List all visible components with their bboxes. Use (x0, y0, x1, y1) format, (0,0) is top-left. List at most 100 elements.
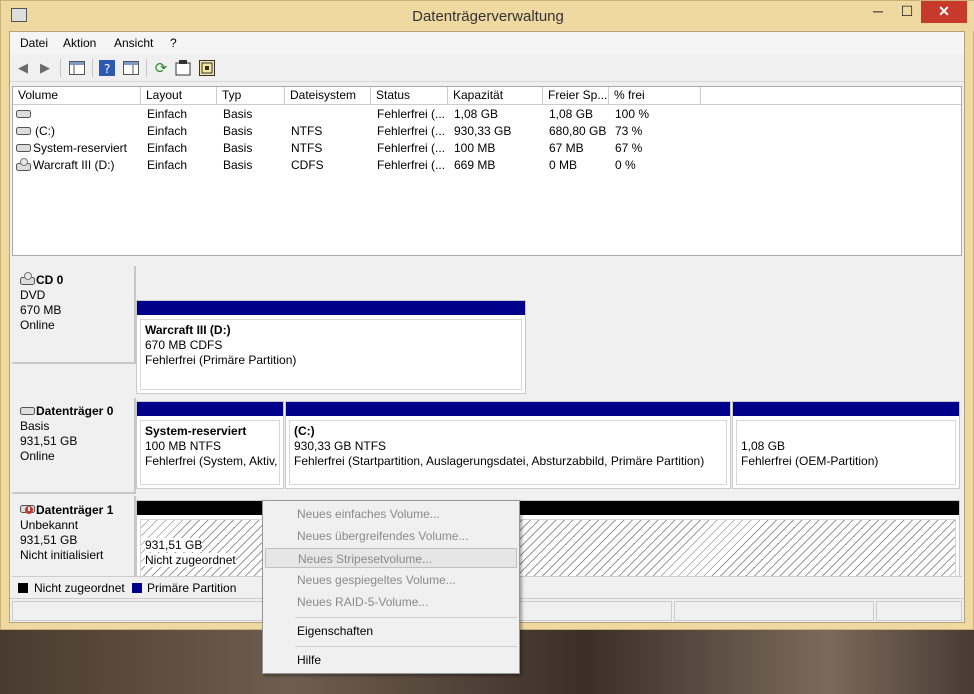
cell-layout: Einfach (147, 107, 188, 121)
column-header-dateisystem[interactable]: Dateisystem (285, 87, 371, 105)
table-row[interactable]: Warcraft III (D:) Einfach Basis CDFS Feh… (13, 157, 961, 174)
console-tree-icon[interactable] (68, 59, 86, 77)
cell-prozent-frei: 67 % (615, 141, 643, 155)
volume-list[interactable]: Volume Layout Typ Dateisystem Status Kap… (12, 86, 962, 256)
column-header-typ[interactable]: Typ (217, 87, 285, 105)
column-header-prozent-frei[interactable]: % frei (609, 87, 701, 105)
back-arrow-icon[interactable]: ◀ (14, 59, 32, 77)
toolbar-separator (146, 59, 147, 77)
cell-status: Fehlerfrei (... (377, 141, 446, 155)
menu-ansicht[interactable]: Ansicht (114, 36, 153, 50)
menu-separator (295, 646, 517, 647)
menu-item-new-spanned-volume[interactable]: Neues übergreifendes Volume... (265, 526, 517, 546)
partition-size: 670 MB CDFS (145, 338, 223, 352)
disk-label-datentraeger-0[interactable]: Datenträger 0 Basis 931,51 GB Online (12, 398, 136, 494)
partition-size: 931,51 GB (145, 538, 203, 552)
cell-freier-speicher: 1,08 GB (549, 107, 594, 121)
column-header-volume[interactable]: Volume (13, 87, 141, 105)
cell-kapazitaet: 1,08 GB (454, 107, 499, 121)
disk-name: Datenträger 1 (36, 503, 114, 517)
disk-state: Nicht initialisiert (20, 548, 104, 562)
properties-pane-icon[interactable] (122, 59, 140, 77)
properties-icon[interactable] (174, 59, 192, 77)
partition-size: 930,33 GB NTFS (294, 439, 387, 453)
menu-item-properties[interactable]: Eigenschaften (265, 621, 517, 641)
disk-label-cd0[interactable]: CD 0 DVD 670 MB Online (12, 266, 136, 364)
cd-drive-icon (20, 272, 35, 285)
partition-body: (C:) 930,33 GB NTFS Fehlerfrei (Startpar… (289, 420, 727, 485)
menu-separator (295, 617, 517, 618)
partition-size: 100 MB NTFS (145, 439, 222, 453)
toolbar: ◀ ▶ ? ⟳ (10, 54, 964, 82)
menu-item-new-raid5-volume[interactable]: Neues RAID-5-Volume... (265, 592, 517, 612)
partition-bar (137, 402, 283, 416)
context-menu: Neues einfaches Volume... Neues übergrei… (262, 500, 520, 674)
cell-status: Fehlerfrei (... (377, 107, 446, 121)
partition-system-reserviert[interactable]: System-reserviert 100 MB NTFS Fehlerfrei… (136, 401, 284, 489)
legend-label-unallocated: Nicht zugeordnet (34, 581, 125, 595)
partition-oem[interactable]: 1,08 GB Fehlerfrei (OEM-Partition) (732, 401, 960, 489)
menu-aktion[interactable]: Aktion (63, 36, 96, 50)
cell-status: Fehlerfrei (... (377, 158, 446, 172)
table-row[interactable]: System-reserviert Einfach Basis NTFS Feh… (13, 140, 961, 157)
cell-volume: System-reserviert (33, 141, 128, 155)
partition-unallocated[interactable]: 931,51 GB Nicht zugeordnet (136, 500, 960, 588)
legend-swatch-unallocated (18, 583, 28, 593)
partition-title: (C:) (294, 424, 315, 438)
menu-help[interactable]: ? (170, 36, 177, 50)
disk-error-icon (20, 505, 35, 514)
disk-name: CD 0 (36, 273, 64, 287)
partition-body: System-reserviert 100 MB NTFS Fehlerfrei… (140, 420, 280, 485)
partition-size: 1,08 GB (741, 439, 786, 453)
menu-item-new-simple-volume[interactable]: Neues einfaches Volume... (265, 504, 517, 524)
disk-size: 931,51 GB (20, 434, 78, 448)
toolbar-separator (60, 59, 61, 77)
status-segment (674, 601, 874, 621)
cell-freier-speicher: 67 MB (549, 141, 584, 155)
cell-layout: Einfach (147, 158, 188, 172)
disk-name: Datenträger 0 (36, 404, 114, 418)
menu-bar: Datei Aktion Ansicht ? (10, 32, 964, 54)
partition-status: Fehlerfrei (Startpartition, Auslagerungs… (294, 454, 705, 468)
menu-datei[interactable]: Datei (20, 36, 48, 50)
cell-freier-speicher: 680,80 GB (549, 124, 607, 138)
cell-volume: Warcraft III (D:) (33, 158, 115, 172)
menu-item-new-mirrored-volume[interactable]: Neues gespiegeltes Volume... (265, 570, 517, 590)
legend-label-primary: Primäre Partition (147, 581, 237, 595)
settings-icon[interactable] (198, 59, 216, 77)
column-header-freier-speicher[interactable]: Freier Sp... (543, 87, 609, 105)
close-button[interactable]: ✕ (921, 1, 967, 23)
partition-body: Warcraft III (D:) 670 MB CDFS Fehlerfrei… (140, 319, 522, 390)
cell-layout: Einfach (147, 141, 188, 155)
column-header-layout[interactable]: Layout (141, 87, 217, 105)
cd-drive-icon (16, 158, 31, 171)
partition-body: 1,08 GB Fehlerfrei (OEM-Partition) (736, 420, 956, 485)
column-header-empty (701, 87, 961, 105)
drive-icon (16, 144, 31, 152)
cell-typ: Basis (223, 124, 253, 138)
column-header-status[interactable]: Status (371, 87, 448, 105)
title-bar: Datenträgerverwaltung ─ ☐ ✕ (1, 1, 974, 31)
cell-prozent-frei: 73 % (615, 124, 643, 138)
table-row[interactable]: (C:) Einfach Basis NTFS Fehlerfrei (... … (13, 123, 961, 140)
minimize-button[interactable]: ─ (863, 1, 893, 23)
table-row[interactable]: Einfach Basis Fehlerfrei (... 1,08 GB 1,… (13, 106, 961, 123)
column-header-kapazitaet[interactable]: Kapazität (448, 87, 543, 105)
forward-arrow-icon[interactable]: ▶ (36, 59, 54, 77)
disk-size: 931,51 GB (20, 533, 78, 547)
partition-warcraft-d[interactable]: Warcraft III (D:) 670 MB CDFS Fehlerfrei… (136, 300, 526, 394)
menu-item-new-striped-volume[interactable]: Neues Stripesetvolume... (265, 548, 517, 568)
cell-typ: Basis (223, 158, 253, 172)
help-icon[interactable]: ? (98, 59, 116, 77)
refresh-icon[interactable]: ⟳ (152, 59, 170, 77)
drive-icon (16, 110, 31, 118)
cell-layout: Einfach (147, 124, 188, 138)
cell-prozent-frei: 0 % (615, 158, 636, 172)
svg-text:?: ? (104, 62, 110, 76)
status-segment (876, 601, 962, 621)
disk-icon (20, 407, 35, 415)
cell-status: Fehlerfrei (... (377, 124, 446, 138)
menu-item-help[interactable]: Hilfe (265, 650, 517, 670)
maximize-button[interactable]: ☐ (893, 1, 921, 23)
partition-c[interactable]: (C:) 930,33 GB NTFS Fehlerfrei (Startpar… (285, 401, 731, 489)
